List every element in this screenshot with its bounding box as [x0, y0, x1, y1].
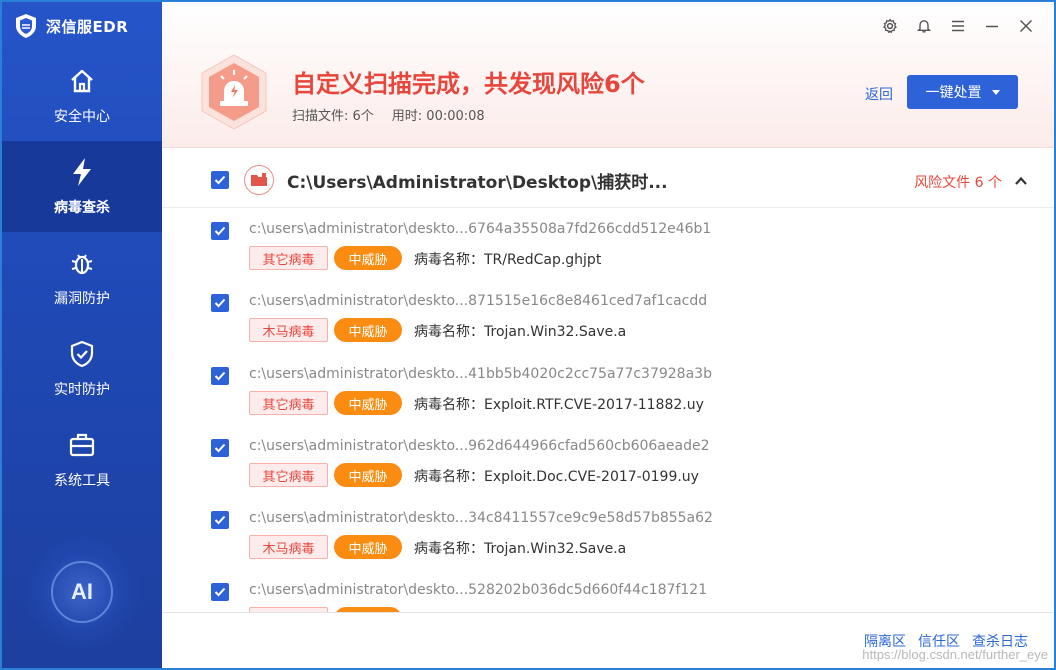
file-path: c:\users\administrator\deskto...34c84115…	[249, 510, 713, 526]
sidebar: 深信服EDR 安全中心 病毒查杀 漏洞防护 实时防护 系统工具 AI	[2, 2, 162, 668]
sidebar-item-system-tools[interactable]: 系统工具	[2, 414, 162, 505]
sidebar-item-label: 实时防护	[54, 381, 110, 398]
threat-level-badge: 中威胁	[334, 463, 402, 487]
scan-result-title: 自定义扫描完成，共发现风险6个	[292, 70, 645, 98]
file-path: c:\users\administrator\deskto...528202b0…	[249, 582, 708, 598]
caret-down-icon[interactable]	[991, 89, 1000, 95]
threat-level-badge: 中威胁	[334, 391, 402, 415]
list-item[interactable]: c:\users\administrator\deskto...34c84115…	[162, 498, 1054, 570]
virus-name: 病毒名称：TR/RedCap.ghjpt	[414, 252, 602, 268]
risk-file-count: 风险文件 6 个	[914, 175, 1002, 191]
alarm-icon	[201, 54, 267, 130]
threat-level-badge: 中威胁	[334, 535, 402, 559]
virus-name: 病毒名称：Trojan.Win32.Save.a	[414, 324, 627, 340]
sidebar-item-label: 漏洞防护	[54, 290, 110, 307]
risk-group-header[interactable]: C:\Users\Administrator\Desktop\捕获时... 风险…	[162, 152, 1054, 208]
sidebar-item-vuln-protection[interactable]: 漏洞防护	[2, 232, 162, 323]
risk-list: c:\users\administrator\deskto...6764a355…	[162, 209, 1054, 612]
virus-type-badge: 木马病毒	[249, 535, 328, 559]
shield-logo-icon	[16, 14, 36, 38]
ai-label: AI	[71, 579, 93, 604]
virus-name: 病毒名称：Trojan.Win32.Save.a	[414, 541, 627, 557]
handle-button-label: 一键处置	[925, 85, 982, 101]
ai-ring: AI	[51, 561, 113, 623]
minimize-icon[interactable]	[984, 18, 1000, 34]
one-click-handle-button[interactable]: 一键处置	[907, 75, 1018, 109]
lightning-icon	[67, 157, 97, 187]
back-link[interactable]: 返回	[865, 84, 893, 104]
chevron-up-icon[interactable]	[1014, 174, 1028, 188]
menu-icon[interactable]	[950, 18, 966, 34]
file-path: c:\users\administrator\deskto...871515e1…	[249, 293, 708, 309]
virus-type-badge: 木马病毒	[249, 318, 328, 342]
virus-type-badge: 其它病毒	[249, 246, 328, 270]
file-path: c:\users\administrator\deskto...962d6449…	[249, 438, 710, 454]
brand: 深信服EDR	[2, 2, 162, 50]
virus-name: 病毒名称：Exploit.RTF.CVE-2017-11882.uy	[414, 397, 704, 413]
scan-summary: 扫描文件: 6个 用时: 00:00:08	[292, 105, 485, 124]
list-item[interactable]: c:\users\administrator\deskto...528202b0…	[162, 570, 1054, 612]
edr-window: 深信服EDR 安全中心 病毒查杀 漏洞防护 实时防护 系统工具 AI 自定义扫描…	[2, 2, 1054, 668]
item-checkbox[interactable]	[211, 583, 229, 601]
settings-gear-icon[interactable]	[882, 18, 898, 34]
list-item[interactable]: c:\users\administrator\deskto...6764a355…	[162, 209, 1054, 281]
toolbox-icon	[67, 430, 97, 460]
sidebar-item-security-center[interactable]: 安全中心	[2, 50, 162, 141]
sidebar-item-label: 系统工具	[54, 472, 110, 489]
folder-icon	[244, 165, 274, 195]
virus-name: 病毒名称：Exploit.Doc.CVE-2017-0199.uy	[414, 469, 699, 485]
item-checkbox[interactable]	[211, 222, 229, 240]
list-item[interactable]: c:\users\administrator\deskto...962d6449…	[162, 426, 1054, 498]
list-item[interactable]: c:\users\administrator\deskto...871515e1…	[162, 281, 1054, 353]
shield-check-icon	[67, 339, 97, 369]
window-controls	[882, 18, 1034, 34]
list-item[interactable]: c:\users\administrator\deskto...41bb5b40…	[162, 354, 1054, 426]
group-checkbox[interactable]	[211, 171, 229, 189]
virus-type-badge: 其它病毒	[249, 463, 328, 487]
watermark: https://blog.csdn.net/further_eye	[862, 647, 1048, 662]
threat-level-badge: 中威胁	[334, 318, 402, 342]
virus-type-badge: 其它病毒	[249, 391, 328, 415]
bell-icon[interactable]	[916, 18, 932, 34]
sidebar-item-realtime-protection[interactable]: 实时防护	[2, 323, 162, 414]
main-panel: 自定义扫描完成，共发现风险6个 扫描文件: 6个 用时: 00:00:08 返回…	[162, 2, 1054, 668]
threat-level-badge: 中威胁	[334, 246, 402, 270]
bug-icon	[67, 248, 97, 278]
scanned-files-count: 扫描文件: 6个	[292, 109, 374, 124]
item-checkbox[interactable]	[211, 367, 229, 385]
ai-badge[interactable]: AI	[22, 532, 142, 652]
elapsed-time: 用时: 00:00:08	[391, 109, 485, 124]
app-title: 深信服EDR	[46, 17, 129, 36]
item-checkbox[interactable]	[211, 294, 229, 312]
item-checkbox[interactable]	[211, 439, 229, 457]
sidebar-item-virus-scan[interactable]: 病毒查杀	[2, 141, 162, 232]
file-path: c:\users\administrator\deskto...6764a355…	[249, 221, 712, 237]
item-checkbox[interactable]	[211, 511, 229, 529]
sidebar-item-label: 安全中心	[54, 108, 110, 125]
file-path: c:\users\administrator\deskto...41bb5b40…	[249, 366, 712, 382]
group-path: C:\Users\Administrator\Desktop\捕获时...	[287, 173, 668, 193]
home-icon	[67, 66, 97, 96]
close-icon[interactable]	[1018, 18, 1034, 34]
sidebar-item-label: 病毒查杀	[54, 199, 110, 216]
result-header: 自定义扫描完成，共发现风险6个 扫描文件: 6个 用时: 00:00:08 返回…	[162, 2, 1054, 148]
